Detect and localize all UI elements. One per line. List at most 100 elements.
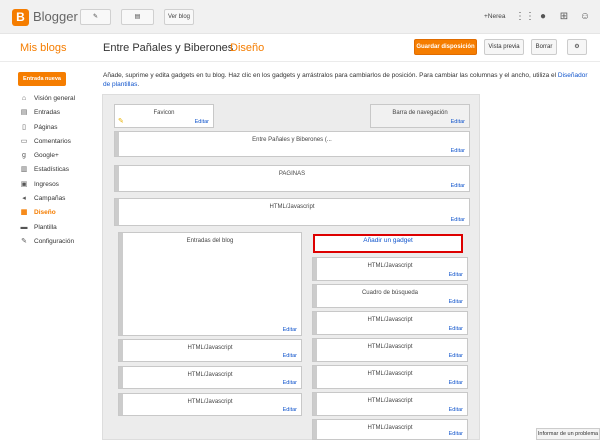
drag-handle[interactable] [313,258,317,280]
sidebar-item-label: Comentarios [34,137,71,145]
gadget-title: Barra de navegación [392,110,448,116]
html-gadget[interactable]: HTML/Javascript Editar [312,365,468,389]
posts-icon: ▤ [20,109,28,117]
report-problem-button[interactable]: Informar de un problema [536,428,600,440]
my-blogs-link[interactable]: Mis blogs [20,42,66,54]
header-gadget[interactable]: Entre Pañales y Biberones (... Editar [114,131,470,157]
sidebar-item-label: Google+ [34,152,59,160]
navbar-gadget[interactable]: Barra de navegación Editar [370,104,470,128]
top-bar: B Blogger ✎ ▤ Ver blog +Nerea ⋮⋮ ● ⊞ ☺ [0,0,600,34]
gadget-title: HTML/Javascript [367,371,413,377]
sidebar-item-label: Páginas [34,123,58,131]
html-gadget[interactable]: HTML/Javascript Editar [118,339,302,362]
gear-icon: ⚙ [574,44,580,50]
settings-gear-button[interactable]: ⚙ [567,39,587,55]
blog-title[interactable]: Entre Pañales y Biberones [103,42,233,54]
sidebar-item-earnings[interactable]: ▣ Ingresos [20,178,100,192]
sidebar-item-stats[interactable]: ▥ Estadísticas [20,163,100,177]
comments-icon: ▭ [20,137,28,145]
sidebar-item-label: Campañas [34,195,66,203]
edit-link[interactable]: Editar [283,353,297,359]
drag-handle[interactable] [313,393,317,415]
blogger-logo-icon[interactable]: B [12,9,29,26]
sidebar-item-comments[interactable]: ▭ Comentarios [20,135,100,149]
drag-handle[interactable] [115,132,119,156]
gadget-title: HTML/Javascript [367,425,413,431]
drag-handle[interactable] [313,312,317,334]
blog-posts-gadget[interactable]: Entradas del blog Editar [118,232,302,336]
html-gadget[interactable]: HTML/Javascript Editar [312,311,468,335]
new-post-pencil-button[interactable]: ✎ [80,9,111,25]
apps-grid-icon[interactable]: ⋮⋮ [515,11,535,23]
edit-link[interactable]: Editar [449,272,463,278]
drag-handle[interactable] [313,366,317,388]
gadget-title: Entre Pañales y Biberones (... [252,137,332,143]
user-name-link[interactable]: +Nerea [484,13,506,20]
html-gadget[interactable]: HTML/Javascript Editar [312,392,468,416]
pages-gadget[interactable]: PAGINAS Editar [114,165,470,192]
brand-name[interactable]: Blogger [33,9,78,24]
add-gadget-link[interactable]: Añadir un gadget [313,234,463,253]
home-icon: ⌂ [21,95,27,102]
sidebar-item-settings[interactable]: ✎ Configuración [20,235,100,249]
drag-handle[interactable] [115,166,119,191]
sidebar-item-googleplus[interactable]: g Google+ [20,149,100,163]
gadget-title: HTML/Javascript [187,345,233,351]
edit-link[interactable]: Editar [449,380,463,386]
sidebar-item-label: Visión general [34,95,76,102]
notifications-icon[interactable]: ● [537,11,549,23]
sidebar-item-posts[interactable]: ▤ Entradas [20,106,100,120]
html-gadget[interactable]: HTML/Javascript Editar [312,338,468,362]
edit-link[interactable]: Editar [451,148,465,154]
drag-handle[interactable] [115,199,119,225]
edit-link[interactable]: Editar [451,119,465,125]
edit-link[interactable]: Editar [451,217,465,223]
sidebar-item-overview[interactable]: ⌂ Visión general [20,92,100,106]
edit-link[interactable]: Editar [283,407,297,413]
sidebar-item-layout[interactable]: ▦ Diseño [20,206,100,220]
share-icon[interactable]: ⊞ [558,11,570,23]
sidebar-item-template[interactable]: ▬ Plantilla [20,221,100,235]
sidebar-nav: ⌂ Visión general ▤ Entradas ▯ Páginas ▭ Come… [20,92,100,249]
search-box-gadget[interactable]: Cuadro de búsqueda Editar [312,284,468,308]
sidebar-item-label: Diseño [34,209,56,217]
edit-link[interactable]: Editar [449,353,463,359]
save-layout-button[interactable]: Guardar disposición [414,39,477,55]
template-icon: ▬ [20,223,28,231]
googleplus-icon: g [22,152,26,160]
edit-link[interactable]: Editar [449,299,463,305]
document-icon: ▤ [134,14,141,20]
html-gadget[interactable]: HTML/Javascript Editar [312,257,468,281]
edit-link[interactable]: Editar [283,380,297,386]
favicon-gadget[interactable]: ✎ Favicon Editar [114,104,214,128]
preview-button[interactable]: Vista previa [484,39,524,55]
sidebar-item-label: Configuración [34,237,75,245]
drag-handle[interactable] [313,339,317,361]
stats-icon: ▥ [20,166,28,174]
sidebar-item-label: Estadísticas [34,166,70,174]
html-gadget[interactable]: HTML/Javascript Editar [118,393,302,416]
delete-button[interactable]: Borrar [531,39,557,55]
edit-link[interactable]: Editar [451,183,465,189]
sidebar-item-campaigns[interactable]: ◂ Campañas [20,192,100,206]
favicon-star-icon: ✎ [118,118,124,125]
html-gadget[interactable]: HTML/Javascript Editar [114,198,470,226]
new-entry-button[interactable]: Entrada nueva [18,72,66,86]
edit-link[interactable]: Editar [195,119,209,125]
avatar[interactable]: ☺ [579,11,591,23]
view-blog-button[interactable]: Ver blog [164,9,194,25]
drag-handle[interactable] [313,285,317,307]
layout-instructions: Añade, suprime y edita gadgets en tu blo… [103,72,588,88]
gadget-title: HTML/Javascript [367,344,413,350]
posts-list-button[interactable]: ▤ [121,9,154,25]
html-gadget[interactable]: HTML/Javascript Editar [118,366,302,389]
sidebar-item-pages[interactable]: ▯ Páginas [20,121,100,135]
drag-handle[interactable] [119,233,123,335]
edit-link[interactable]: Editar [449,431,463,437]
edit-link[interactable]: Editar [283,327,297,333]
gadget-title: HTML/Javascript [187,372,233,378]
campaigns-icon: ◂ [22,195,26,203]
edit-link[interactable]: Editar [449,326,463,332]
edit-link[interactable]: Editar [449,407,463,413]
html-gadget[interactable]: HTML/Javascript Editar [312,419,468,440]
